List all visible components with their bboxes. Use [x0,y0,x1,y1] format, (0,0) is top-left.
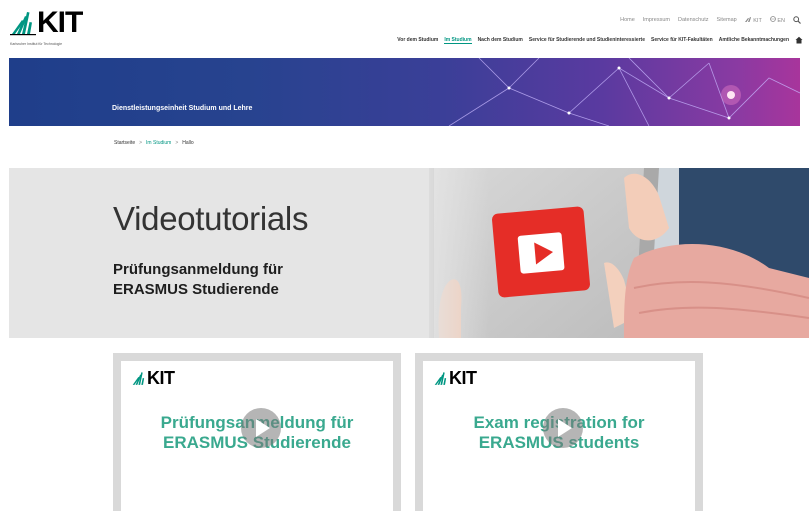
video-kit-logo: KIT [433,369,477,387]
meta-nav-sitemap[interactable]: Sitemap [717,17,737,23]
hero-section: Videotutorials Prüfungsanmeldung für ERA… [9,168,809,338]
globe-icon [769,16,776,22]
breadcrumb-separator: > [175,140,179,146]
nav-service-studierende[interactable]: Service für Studierende und Studieninter… [529,37,645,43]
video-logo-text: KIT [147,368,175,388]
meta-nav: Home Impressum Datenschutz Sitemap KIT E… [620,16,801,24]
home-icon[interactable] [795,36,803,44]
header-banner: Dienstleistungseinheit Studium und Lehre [9,58,800,126]
kit-small-icon [744,16,751,22]
play-icon[interactable] [543,408,583,448]
kit-logo-mark-icon [131,370,147,386]
breadcrumb-separator: > [139,140,143,146]
page-subtitle: Prüfungsanmeldung für ERASMUS Studierend… [113,260,373,300]
nav-service-fakultaeten[interactable]: Service für KIT-Fakultäten [651,37,713,43]
video-thumbnail: KIT Exam registration for ERASMUS studen… [423,361,695,511]
language-label: EN [777,18,785,24]
logo-text: KIT [37,6,83,39]
meta-nav-impressum[interactable]: Impressum [643,17,670,23]
breadcrumb: Startseite > Im Studium > Hallo [114,140,194,146]
site-header: KIT Karlsruher Institut für Technologie … [0,0,809,58]
meta-nav-kit-label: KIT [753,17,762,24]
meta-nav-home[interactable]: Home [620,17,635,23]
banner-title: Dienstleistungseinheit Studium und Lehre [112,105,253,112]
nav-vor-dem-studium[interactable]: Vor dem Studium [397,37,438,43]
video-kit-logo: KIT [131,369,175,387]
video-card-de[interactable]: KIT Prüfungsanmeldung für ERASMUS Studie… [113,353,401,511]
kit-logo-mark-icon [10,8,36,36]
logo-subtitle: Karlsruher Institut für Technologie [10,42,63,46]
page-subtitle-line2: ERASMUS Studierende [113,281,279,298]
breadcrumb-current: Hallo [182,140,194,146]
breadcrumb-home[interactable]: Startseite [114,140,135,146]
play-icon[interactable] [241,408,281,448]
meta-nav-kit[interactable]: KIT [744,16,762,24]
main-nav: Vor dem Studium Im Studium Nach dem Stud… [397,36,803,44]
video-logo-text: KIT [449,368,477,388]
kit-logo-mark-icon [433,370,449,386]
nav-amtliche-bekanntmachungen[interactable]: Amtliche Bekanntmachungen [719,37,789,43]
kit-logo[interactable]: KIT Karlsruher Institut für Technologie [10,8,90,48]
network-pattern-image [448,58,800,126]
video-thumbnail: KIT Prüfungsanmeldung für ERASMUS Studie… [121,361,393,511]
language-switch[interactable]: EN [769,16,785,24]
search-icon[interactable] [793,16,801,24]
video-card-en[interactable]: KIT Exam registration for ERASMUS studen… [415,353,703,511]
tablet-photo-image [429,168,809,338]
nav-nach-dem-studium[interactable]: Nach dem Studium [478,37,523,43]
breadcrumb-im-studium[interactable]: Im Studium [146,140,171,146]
nav-im-studium[interactable]: Im Studium [444,37,472,44]
meta-nav-datenschutz[interactable]: Datenschutz [678,17,709,23]
page-title: Videotutorials [113,200,309,237]
page-subtitle-line1: Prüfungsanmeldung für [113,261,283,278]
